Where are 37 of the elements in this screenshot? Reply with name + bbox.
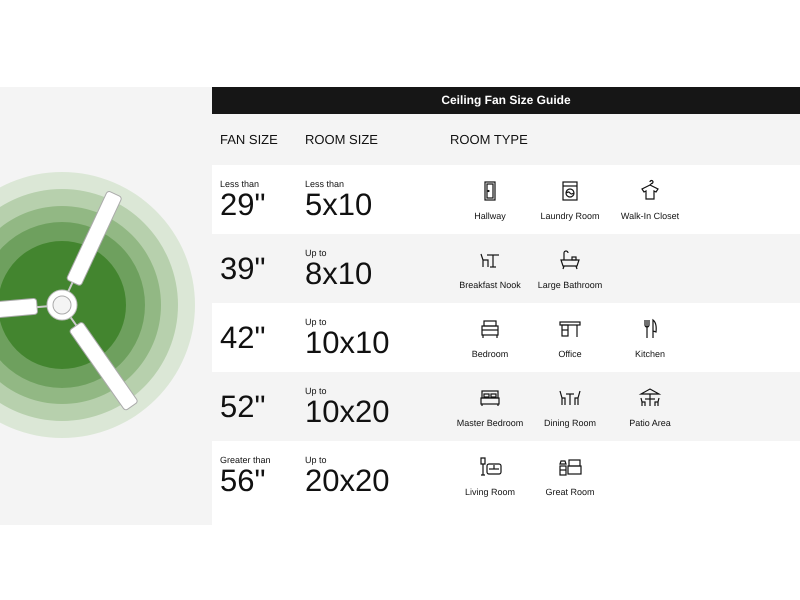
size-qualifier: Up to [305,248,328,258]
fan-size: 29" [220,188,266,220]
fan-size: 42" [220,322,266,354]
room-type-label: Kitchen [634,348,666,358]
size-qualifier: Less than [220,178,260,188]
fan-size: 39" [220,252,266,284]
room-size: 5x10 [305,188,374,220]
room-type-label: Large Bathroom [538,280,602,290]
room-type-label: Patio Area [629,418,671,428]
size-qualifier: Up to [305,454,328,464]
room-size: 8x10 [305,258,374,290]
lamp-sofa-icon [478,454,502,478]
size-qualifier: Up to [305,386,328,396]
room-type-label: Master Bedroom [456,418,524,428]
size-qualifier: Less than [305,178,346,188]
column-header: ROOM SIZE [305,132,379,147]
room-size: 20x20 [305,464,390,496]
room-type-label: Hallway [474,210,506,220]
room-type-label: Walk-In Closet [620,210,680,220]
shirt-icon [638,178,662,202]
room-type-label: Living Room [464,486,516,496]
size-qualifier: Up to [305,316,328,326]
room-type-label: Laundry Room [540,210,600,220]
bathtub-icon [558,248,582,272]
size-qualifier: Greater than [220,454,272,464]
room-size: 10x10 [305,326,390,358]
room-type-label: Dining Room [544,418,596,428]
room-size: 10x20 [305,396,390,428]
column-header: FAN SIZE [219,132,279,147]
room-type-label: Bedroom [472,348,508,358]
fan-size: 52" [220,390,266,422]
fan-size: 56" [220,464,266,496]
room-type-label: Great Room [545,486,595,496]
column-header: ROOM TYPE [450,132,528,147]
table-title: Ceiling Fan Size Guide [212,87,800,114]
room-type-label: Office [558,348,582,358]
room-type-label: Breakfast Nook [459,280,521,290]
